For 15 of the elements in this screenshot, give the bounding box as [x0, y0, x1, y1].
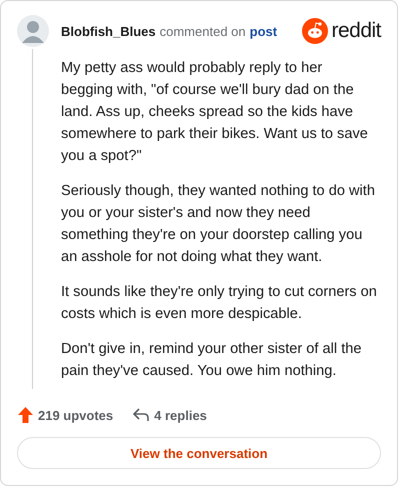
comment-paragraph: Seriously though, they wanted nothing to do with you or your sister's and now they need something they're on your doorstep calling you an asshole for not doing what they want. [61, 182, 376, 267]
reply-count: 4 replies [154, 408, 207, 422]
view-conversation-button[interactable]: View the conversation [17, 437, 381, 469]
author-name[interactable]: Blobfish_Blues [61, 24, 156, 38]
logo-text: reddit [331, 19, 381, 43]
avatar-icon [17, 15, 49, 47]
post-link[interactable]: post [250, 24, 278, 38]
comment-paragraph: My petty ass would probably reply to her begging with, "of course we'll bury dad on the land. Ass up, cheeks spread so the kids have somewhere to park their bikes. Want us to save you a spot?" [61, 59, 369, 166]
upvote-count: 219 upvotes [38, 408, 114, 422]
upvote-icon[interactable] [18, 407, 33, 423]
reply-icon[interactable] [133, 408, 150, 422]
action-text: commented on [160, 24, 246, 38]
snoo-icon [302, 18, 328, 44]
comment-paragraph: Don't give in, remind your other sister of all the pain they've caused. You owe him nothing. [61, 340, 362, 381]
comment-paragraph: It sounds like they're only trying to cut corners on costs which is even more despicable. [61, 283, 377, 324]
